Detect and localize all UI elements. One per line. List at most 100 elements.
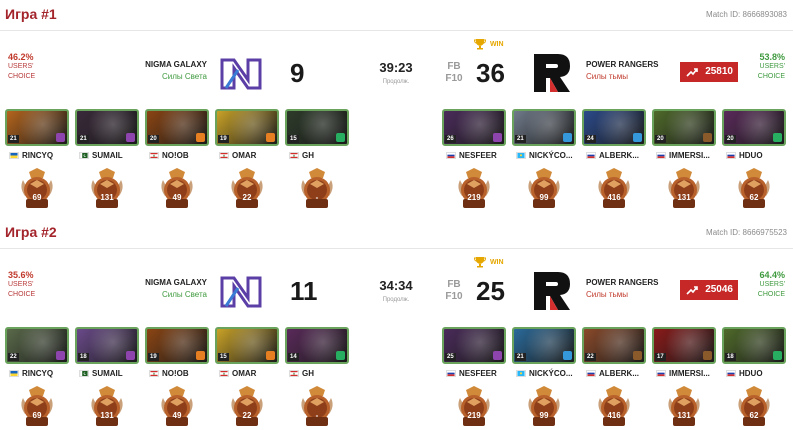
flag-icon — [79, 370, 89, 377]
rank-medal-icon — [458, 168, 490, 208]
users-choice-label: USERS' — [759, 281, 785, 288]
users-choice-pct: 35.6% — [8, 270, 34, 280]
player-name[interactable]: NICKÝCO... — [516, 368, 580, 380]
hero-portrait[interactable]: 14 — [285, 327, 349, 364]
rank-medal-icon — [231, 386, 263, 426]
player-rank-medal: 69 — [17, 384, 57, 428]
hero-portrait[interactable]: 22 — [582, 327, 646, 364]
hero-portrait[interactable]: 20 — [652, 109, 716, 146]
hero-level: 19 — [148, 353, 159, 361]
hero-portrait[interactable]: 15 — [215, 327, 279, 364]
player-name[interactable]: NICKÝCO... — [516, 150, 580, 162]
hero-portrait[interactable]: 20 — [722, 109, 786, 146]
hero-portrait[interactable]: 21 — [5, 109, 69, 146]
player-name[interactable]: SUMAIL — [79, 368, 143, 380]
hero-level: 15 — [218, 353, 229, 361]
flag-icon — [446, 152, 456, 159]
player-name[interactable]: HDUO — [726, 368, 790, 380]
hero-portrait[interactable]: 24 — [582, 109, 646, 146]
hero-portrait[interactable]: 20 — [145, 109, 209, 146]
hero-portrait[interactable]: 15 — [285, 109, 349, 146]
hero-portrait[interactable]: 21 — [75, 109, 139, 146]
nigma-galaxy-logo[interactable] — [218, 268, 264, 314]
flag-icon — [219, 370, 229, 377]
rank-value: 219 — [467, 193, 481, 202]
player-name[interactable]: ALBERK... — [586, 150, 650, 162]
users-choice-pct: 46.2% — [8, 52, 34, 62]
rank-value: 62 — [749, 193, 759, 202]
player-name[interactable]: ALBERK... — [586, 368, 650, 380]
team1-name[interactable]: NIGMA GALAXY — [145, 278, 207, 287]
team2-rating-badge[interactable]: 25810 — [680, 62, 738, 82]
rank-medal-icon — [91, 168, 123, 208]
team2-name[interactable]: POWER RANGERS — [586, 60, 658, 69]
game-header: Игра #1 Match ID: 8666893083 — [0, 0, 793, 30]
hero-portrait[interactable]: 18 — [75, 327, 139, 364]
player-rank-medal: 99 — [524, 384, 564, 428]
item-icon — [336, 351, 345, 360]
team2-rating-badge[interactable]: 25046 — [680, 280, 738, 300]
player-name[interactable]: IMMERSI... — [656, 368, 720, 380]
hero-level: 22 — [585, 353, 596, 361]
player-name[interactable]: OMAR — [219, 368, 283, 380]
duration-label: Продолж. — [382, 297, 410, 303]
team2-users-choice[interactable]: 64.4% USERS' CHOICE — [758, 270, 785, 300]
player-name[interactable]: RINCYQ — [9, 150, 73, 162]
player-name[interactable]: NESFEER — [446, 150, 510, 162]
player-name[interactable]: NESFEER — [446, 368, 510, 380]
player-name[interactable]: NO!OB — [149, 150, 213, 162]
player-name-text: ALBERK... — [599, 151, 639, 160]
hero-portrait[interactable]: 19 — [215, 109, 279, 146]
power-rangers-logo[interactable] — [528, 268, 574, 314]
item-icon — [703, 351, 712, 360]
player-name[interactable]: SUMAIL — [79, 150, 143, 162]
player-rank-medal: 219 — [454, 166, 494, 210]
flag-icon — [516, 152, 526, 159]
win-badge: WIN — [474, 256, 504, 268]
team1-users-choice[interactable]: 35.6% USERS' CHOICE — [8, 270, 35, 300]
rank-medal-icon — [668, 168, 700, 208]
rating-value: 25810 — [705, 66, 733, 77]
trend-up-icon — [686, 68, 698, 77]
hero-portrait[interactable]: 25 — [442, 327, 506, 364]
rank-medal-icon — [458, 386, 490, 426]
hero-portrait[interactable]: 26 — [442, 109, 506, 146]
team1-name[interactable]: NIGMA GALAXY — [145, 60, 207, 69]
team2-name[interactable]: POWER RANGERS — [586, 278, 658, 287]
team2-users-choice[interactable]: 53.8% USERS' CHOICE — [758, 52, 785, 82]
item-icon — [633, 133, 642, 142]
power-rangers-logo[interactable] — [528, 50, 574, 96]
team2-score: 36 — [476, 58, 505, 88]
team2-score: 25 — [476, 276, 505, 306]
flag-icon — [586, 370, 596, 377]
hero-level: 21 — [515, 353, 526, 361]
hero-portrait[interactable]: 18 — [722, 327, 786, 364]
player-name[interactable]: HDUO — [726, 150, 790, 162]
nigma-galaxy-logo[interactable] — [218, 50, 264, 96]
rank-value: 416 — [607, 193, 621, 202]
player-name[interactable]: NO!OB — [149, 368, 213, 380]
player-name[interactable]: GH — [289, 150, 353, 162]
player-rank-medal: 131 — [664, 166, 704, 210]
player-name[interactable]: RINCYQ — [9, 368, 73, 380]
hero-portrait[interactable]: 19 — [145, 327, 209, 364]
hero-level: 20 — [655, 135, 666, 143]
player-name[interactable]: OMAR — [219, 150, 283, 162]
hero-portrait[interactable]: 21 — [512, 327, 576, 364]
match-id[interactable]: Match ID: 8666893083 — [706, 10, 787, 19]
team1-users-choice[interactable]: 46.2% USERS' CHOICE — [8, 52, 35, 82]
hero-portrait[interactable]: 17 — [652, 327, 716, 364]
player-name[interactable]: IMMERSI... — [656, 150, 720, 162]
rank-value: 62 — [749, 411, 759, 420]
item-icon — [563, 133, 572, 142]
match-id[interactable]: Match ID: 8666975523 — [706, 228, 787, 237]
hero-portrait[interactable]: 21 — [512, 109, 576, 146]
player-name-text: GH — [302, 151, 314, 160]
rank-medal-icon — [161, 386, 193, 426]
player-name[interactable]: GH — [289, 368, 353, 380]
rank-value: 22 — [242, 193, 252, 202]
rank-medal-icon — [161, 168, 193, 208]
rank-value: 69 — [32, 411, 42, 420]
hero-portrait[interactable]: 22 — [5, 327, 69, 364]
player-rank-medal: 131 — [87, 384, 127, 428]
